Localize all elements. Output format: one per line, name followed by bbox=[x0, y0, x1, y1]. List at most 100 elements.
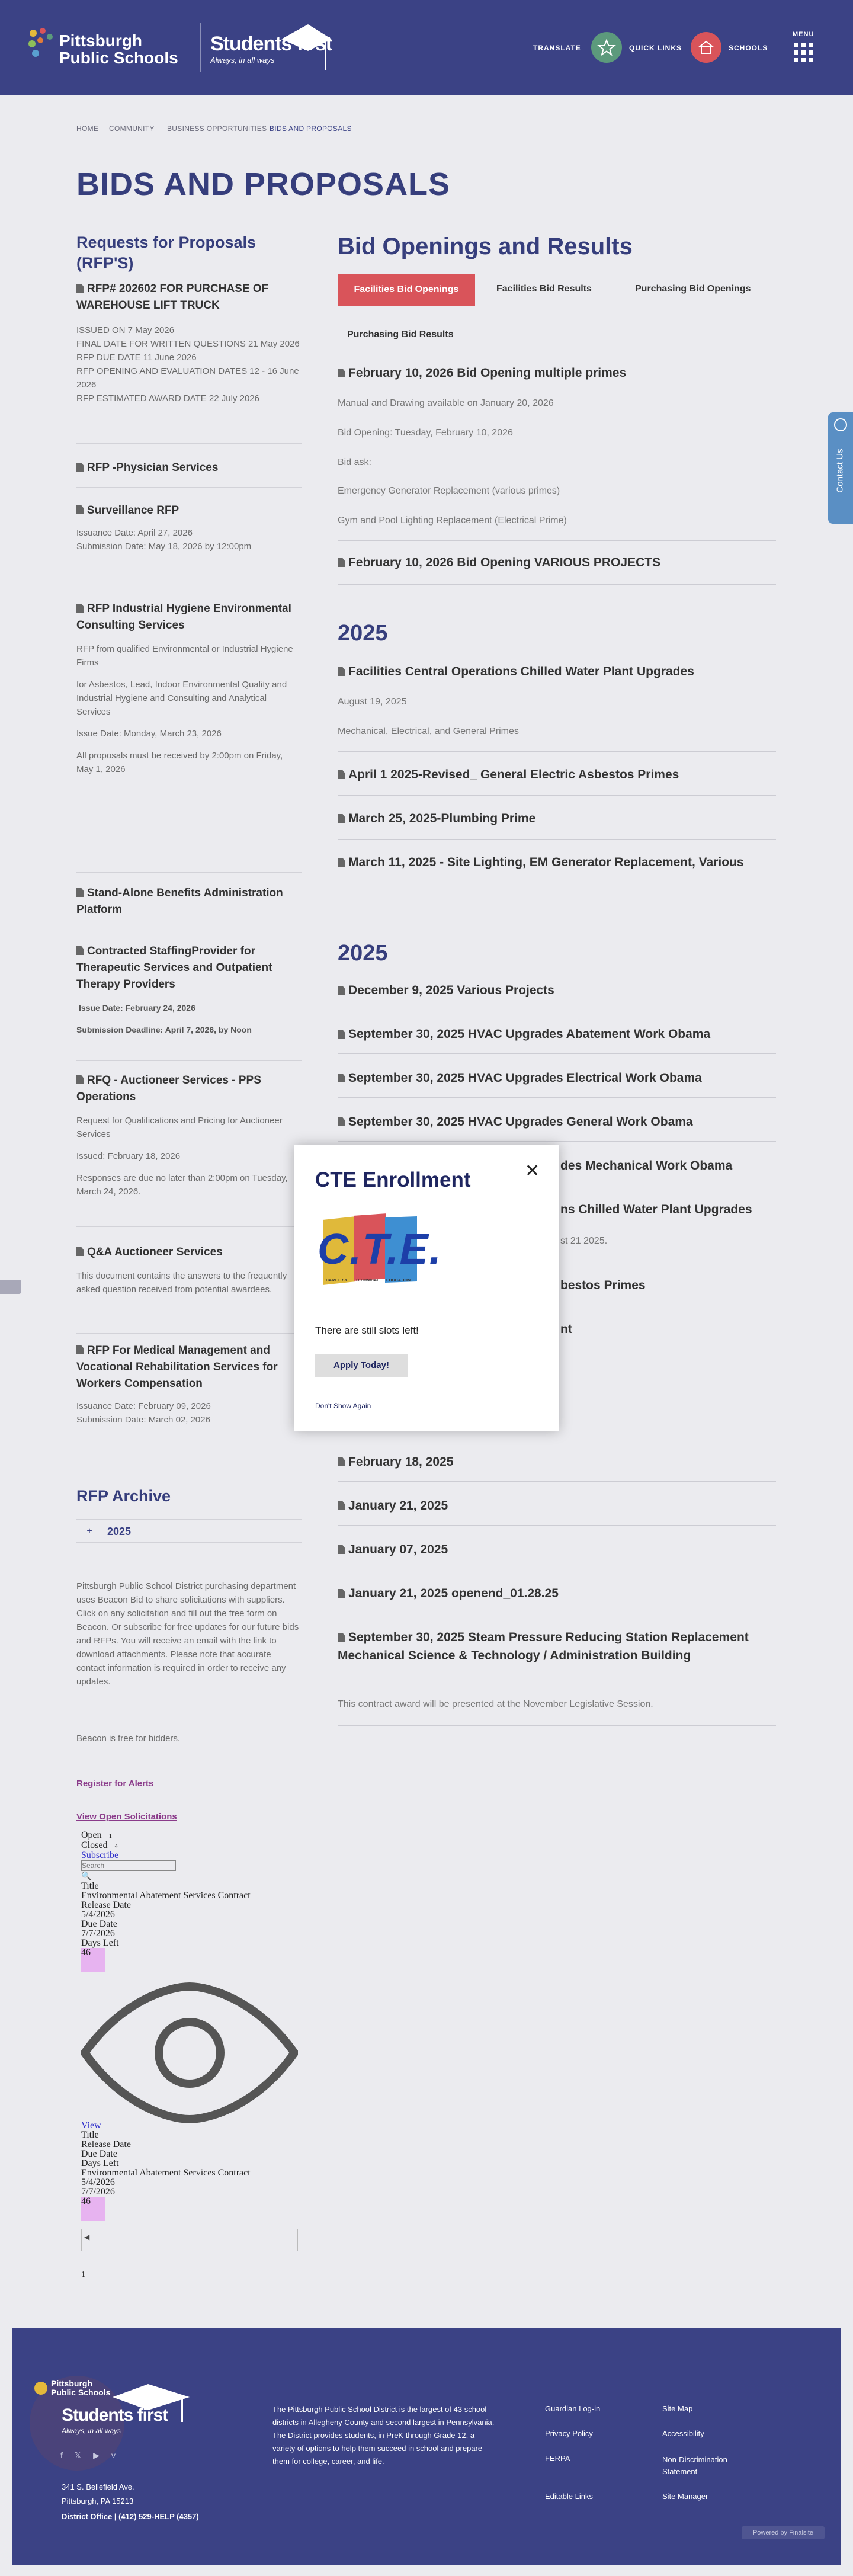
bid-item-title[interactable]: April 1 2025-Revised_ General Electric A… bbox=[338, 765, 776, 784]
breadcrumb-community[interactable]: COMMUNITY bbox=[109, 124, 155, 133]
result-item[interactable]: September 30, 2025 HVAC Upgrades Abateme… bbox=[338, 1025, 776, 1043]
footer-link-sitemap[interactable]: Site Map bbox=[662, 2404, 692, 2413]
archive-year[interactable]: 2025 bbox=[107, 1526, 131, 1538]
subscribe-link[interactable]: Subscribe bbox=[81, 1851, 318, 1860]
solicitation-title[interactable]: Environmental Abatement Services Contrac… bbox=[81, 2168, 318, 2178]
result-item[interactable]: bestos Primes bbox=[560, 1276, 776, 1295]
footer-phone[interactable]: District Office | (412) 529-HELP (4357) bbox=[62, 2512, 199, 2521]
divider bbox=[338, 1481, 776, 1482]
youtube-icon[interactable]: ▶ bbox=[93, 2450, 100, 2462]
result-item[interactable]: December 9, 2025 Various Projects bbox=[338, 981, 776, 999]
translate-button[interactable]: TRANSLATE bbox=[533, 44, 581, 52]
tab-purchasing-bid-results[interactable]: Purchasing Bid Results bbox=[347, 329, 454, 340]
result-item[interactable]: September 30, 2025 Steam Pressure Reduci… bbox=[338, 1628, 776, 1665]
rfp-link[interactable]: Stand-Alone Benefits Administration Plat… bbox=[76, 887, 283, 916]
eye-icon[interactable] bbox=[81, 1982, 298, 2124]
facebook-icon[interactable]: f bbox=[60, 2450, 63, 2462]
result-item[interactable]: nt bbox=[560, 1320, 776, 1338]
register-alerts-link[interactable]: Register for Alerts bbox=[76, 1779, 153, 1789]
bid-item-title[interactable]: March 25, 2025-Plumbing Prime bbox=[338, 809, 776, 828]
rfp-link[interactable]: Surveillance RFP bbox=[87, 504, 179, 517]
bid-title-text[interactable]: March 25, 2025-Plumbing Prime bbox=[348, 812, 535, 825]
document-icon bbox=[76, 1075, 84, 1084]
powered-by-finalsite-badge[interactable]: Powered by Finalsite bbox=[742, 2526, 825, 2539]
document-icon bbox=[338, 1457, 345, 1466]
footer-link-editable[interactable]: Editable Links bbox=[545, 2492, 593, 2501]
rfp-link[interactable]: RFP# 202602 FOR PURCHASE OF WAREHOUSE LI… bbox=[76, 283, 268, 312]
result-item[interactable]: September 30, 2025 HVAC Upgrades General… bbox=[338, 1113, 776, 1131]
footer-logo-text[interactable]: Pittsburgh Public Schools bbox=[51, 2379, 110, 2397]
rfp-link[interactable]: RFP For Medical Management and Vocationa… bbox=[76, 1344, 278, 1390]
breadcrumb-business[interactable]: BUSINESS OPPORTUNITIES bbox=[167, 124, 267, 133]
rfp-link[interactable]: Q&A Auctioneer Services bbox=[87, 1246, 223, 1258]
result-title[interactable]: September 30, 2025 HVAC Upgrades General… bbox=[348, 1115, 693, 1129]
rfp-link[interactable]: Contracted StaffingProvider for Therapeu… bbox=[76, 945, 272, 991]
scroll-left-arrow-icon[interactable]: ◀ bbox=[84, 2233, 89, 2241]
result-item[interactable]: September 30, 2025 HVAC Upgrades Electri… bbox=[338, 1069, 776, 1087]
site-logo-text[interactable]: Pittsburgh Public Schools bbox=[59, 32, 178, 66]
view-link[interactable]: View bbox=[81, 2121, 318, 2130]
bid-item-title[interactable]: Facilities Central Operations Chilled Wa… bbox=[338, 662, 776, 681]
breadcrumb-home[interactable]: HOME bbox=[76, 124, 98, 133]
result-item[interactable]: ns Chilled Water Plant Upgrades bbox=[560, 1200, 776, 1219]
vimeo-icon[interactable]: v bbox=[111, 2450, 116, 2462]
footer-link-accessibility[interactable]: Accessibility bbox=[662, 2429, 704, 2438]
result-title[interactable]: January 21, 2025 bbox=[348, 1499, 448, 1513]
result-title[interactable]: September 30, 2025 Steam Pressure Reduci… bbox=[338, 1630, 749, 1662]
result-title[interactable]: December 9, 2025 Various Projects bbox=[348, 983, 554, 997]
pagination-page[interactable]: 1 bbox=[81, 2270, 85, 2280]
result-title[interactable]: September 30, 2025 HVAC Upgrades Abateme… bbox=[348, 1027, 710, 1041]
document-icon bbox=[338, 814, 345, 823]
x-twitter-icon[interactable]: 𝕏 bbox=[75, 2450, 81, 2462]
footer-link-privacy[interactable]: Privacy Policy bbox=[545, 2429, 593, 2438]
expand-plus-icon[interactable]: + bbox=[84, 1526, 95, 1537]
bid-item-title[interactable]: February 10, 2026 Bid Opening VARIOUS PR… bbox=[338, 553, 776, 572]
solicitation-title[interactable]: Environmental Abatement Services Contrac… bbox=[81, 1891, 318, 1901]
footer-link-nondiscrimination[interactable]: Non-Discrimination Statement bbox=[662, 2454, 763, 2478]
bid-title-text[interactable]: April 1 2025-Revised_ General Electric A… bbox=[348, 768, 679, 781]
apply-today-button[interactable]: Apply Today! bbox=[315, 1354, 408, 1377]
result-title[interactable]: January 21, 2025 openend_01.28.25 bbox=[348, 1587, 559, 1600]
contact-us-tab[interactable]: Contact Us bbox=[828, 412, 853, 524]
menu-label[interactable]: MENU bbox=[793, 31, 814, 38]
bid-title-text[interactable]: Facilities Central Operations Chilled Wa… bbox=[348, 665, 694, 678]
open-filter[interactable]: Open bbox=[81, 1830, 102, 1840]
schools-building-icon[interactable] bbox=[691, 32, 721, 63]
rfp-link[interactable]: RFQ - Auctioneer Services - PPS Operatio… bbox=[76, 1074, 261, 1103]
menu-grid-icon[interactable] bbox=[794, 43, 814, 63]
bid-title-text[interactable]: February 10, 2026 Bid Opening multiple p… bbox=[348, 366, 626, 380]
result-item[interactable]: January 21, 2025 bbox=[338, 1497, 776, 1515]
result-item[interactable]: January 21, 2025 openend_01.28.25 bbox=[338, 1584, 776, 1603]
tab-purchasing-bid-openings[interactable]: Purchasing Bid Openings bbox=[635, 284, 751, 294]
quick-links-button[interactable]: QUICK LINKS bbox=[629, 44, 682, 52]
bid-item-title[interactable]: February 10, 2026 Bid Opening multiple p… bbox=[338, 364, 776, 382]
result-title[interactable]: September 30, 2025 HVAC Upgrades Electri… bbox=[348, 1071, 702, 1085]
search-icon[interactable]: 🔍 bbox=[81, 1872, 318, 1882]
bid-title-text[interactable]: March 11, 2025 - Site Lighting, EM Gener… bbox=[348, 856, 744, 869]
result-title[interactable]: January 07, 2025 bbox=[348, 1543, 448, 1556]
tab-facilities-bid-results[interactable]: Facilities Bid Results bbox=[496, 284, 592, 294]
view-open-solicitations-link[interactable]: View Open Solicitations bbox=[76, 1812, 177, 1822]
result-title[interactable]: February 18, 2025 bbox=[348, 1455, 453, 1469]
footer-link-ferpa[interactable]: FERPA bbox=[545, 2454, 570, 2463]
result-item[interactable]: des Mechanical Work Obama bbox=[560, 1156, 776, 1175]
rfp-link[interactable]: RFP Industrial Hygiene Environmental Con… bbox=[76, 603, 291, 632]
closed-filter[interactable]: Closed bbox=[81, 1840, 107, 1850]
footer-link-site-manager[interactable]: Site Manager bbox=[662, 2492, 708, 2501]
rfp-link[interactable]: RFP -Physician Services bbox=[87, 462, 218, 474]
result-item[interactable]: January 07, 2025 bbox=[338, 1540, 776, 1559]
quick-links-star-icon[interactable] bbox=[591, 32, 622, 63]
archive-accordion[interactable]: + 2025 bbox=[76, 1519, 302, 1543]
close-icon[interactable]: ✕ bbox=[525, 1162, 540, 1180]
footer-link-guardian-login[interactable]: Guardian Log-in bbox=[545, 2404, 600, 2413]
contact-us-label[interactable]: Contact Us bbox=[835, 430, 845, 512]
widget-scrollbar[interactable]: ◀ bbox=[81, 2229, 298, 2251]
tab-facilities-bid-openings[interactable]: Facilities Bid Openings bbox=[338, 274, 475, 306]
dont-show-again-link[interactable]: Don't Show Again bbox=[315, 1402, 371, 1410]
schools-button[interactable]: SCHOOLS bbox=[729, 44, 768, 52]
accessibility-tab-icon[interactable] bbox=[0, 1280, 21, 1294]
bid-title-text[interactable]: February 10, 2026 Bid Opening VARIOUS PR… bbox=[348, 556, 660, 569]
search-input[interactable] bbox=[81, 1860, 176, 1871]
result-item[interactable]: February 18, 2025 bbox=[338, 1453, 776, 1471]
bid-item-title[interactable]: March 11, 2025 - Site Lighting, EM Gener… bbox=[338, 853, 776, 872]
